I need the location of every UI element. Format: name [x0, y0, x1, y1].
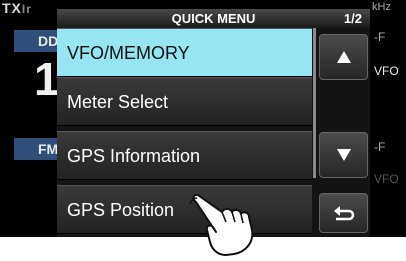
mode-badge-top: DD — [14, 30, 58, 52]
menu-item-label: Meter Select — [67, 92, 169, 112]
scrollbar[interactable] — [313, 28, 316, 178]
pointing-hand-icon — [189, 193, 254, 256]
unit-label: kHz — [372, 1, 391, 13]
right-fragment-2: VFO — [374, 64, 399, 78]
scroll-up-button[interactable] — [319, 34, 368, 80]
right-fragment-3: -F — [374, 140, 386, 154]
back-button[interactable] — [319, 193, 368, 233]
mode-badge-bottom: FM — [14, 138, 58, 160]
menu-item-label: GPS Position — [67, 200, 175, 220]
menu-item-gps-information[interactable]: GPS Information — [57, 131, 312, 180]
menu-item-meter-select[interactable]: Meter Select — [57, 77, 312, 126]
right-fragment-1: -F — [374, 30, 386, 44]
triangle-up-icon — [336, 51, 351, 63]
right-fragment-4: VFO — [374, 172, 399, 186]
menu-title: QUICK MENU — [171, 11, 256, 26]
page-indicator: 1/2 — [343, 11, 362, 26]
menu-title-bar: QUICK MENU 1/2 — [57, 9, 370, 28]
triangle-down-icon — [336, 149, 351, 161]
menu-item-label: GPS Information — [67, 146, 201, 166]
menu-item-label: VFO/MEMORY — [67, 43, 190, 63]
menu-item-vfo-memory[interactable]: VFO/MEMORY — [57, 28, 312, 77]
menu-item-gps-position[interactable]: GPS Position — [57, 185, 312, 234]
frequency-digit: 1 — [34, 53, 60, 105]
return-arrow-icon — [333, 206, 354, 221]
scroll-down-button[interactable] — [319, 132, 368, 178]
tx-indicator: TXIr — [2, 0, 32, 16]
